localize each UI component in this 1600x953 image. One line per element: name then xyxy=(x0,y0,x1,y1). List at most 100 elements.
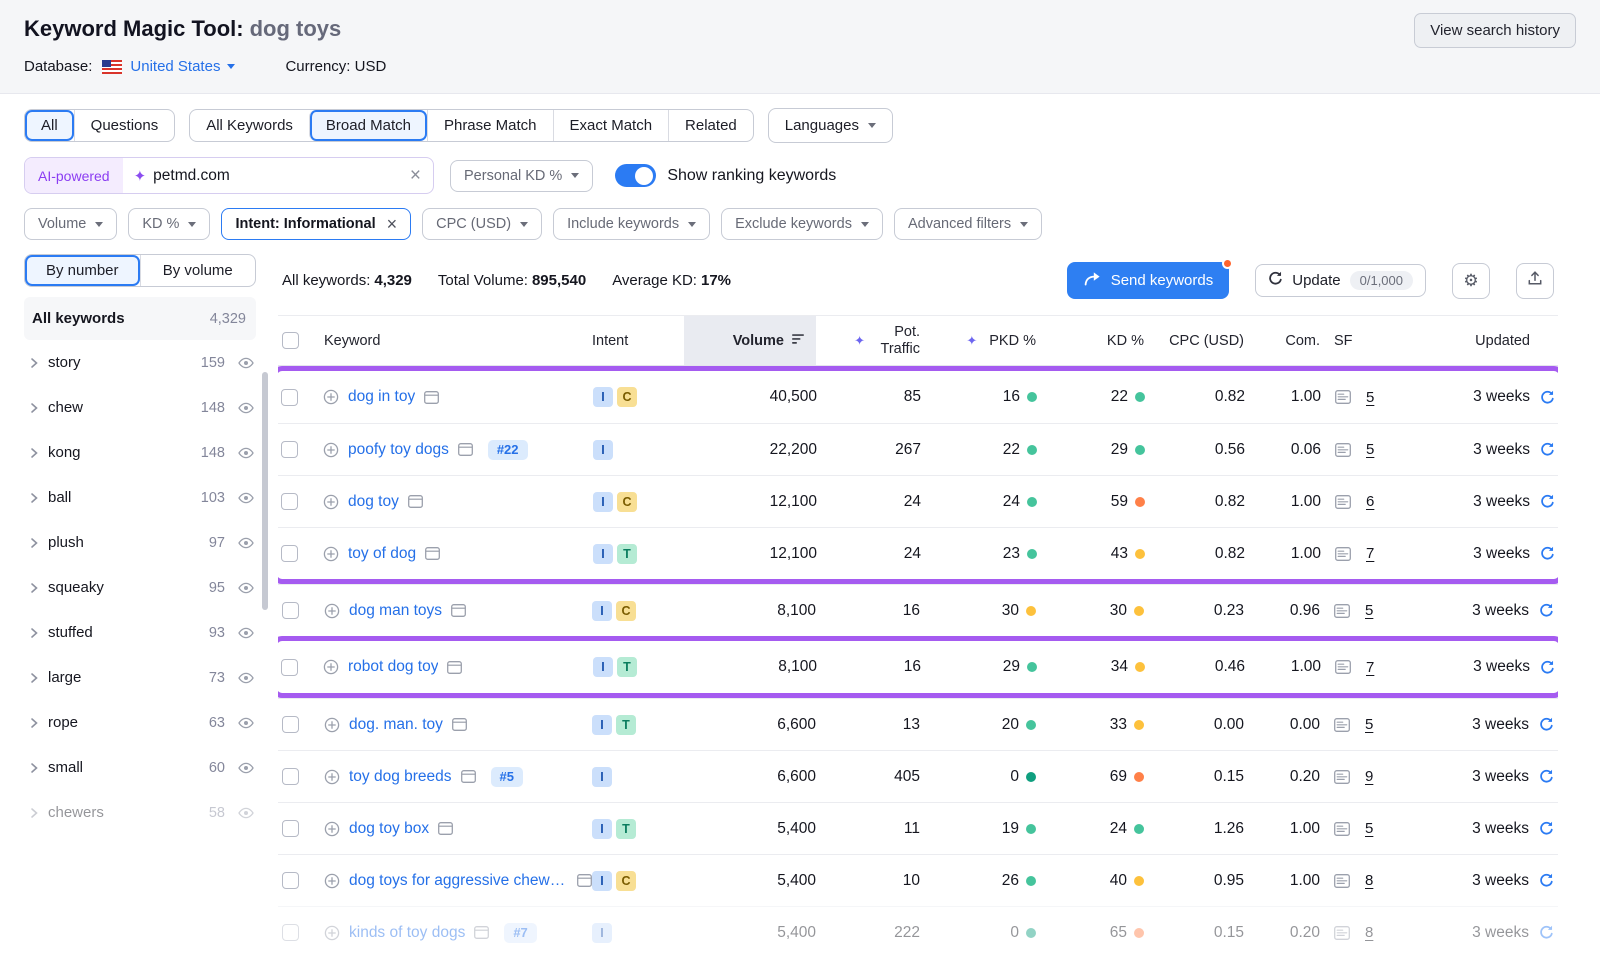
keyword-overview-icon[interactable] xyxy=(438,822,453,835)
settings-gear-button[interactable]: ⚙ xyxy=(1452,263,1490,299)
match-tab-questions[interactable]: Questions xyxy=(74,110,175,141)
match-tab-all-keywords[interactable]: All Keywords xyxy=(190,110,309,141)
keyword-link[interactable]: toy dog breeds xyxy=(349,768,452,786)
col-header-sf[interactable]: SF xyxy=(1334,333,1353,349)
keyword-link[interactable]: dog man toys xyxy=(349,602,442,620)
sidebar-group-ball[interactable]: ball103 xyxy=(24,475,256,520)
sidebar-group-squeaky[interactable]: squeaky95 xyxy=(24,565,256,610)
refresh-icon[interactable] xyxy=(1539,603,1554,618)
add-keyword-icon[interactable] xyxy=(324,603,340,619)
view-search-history-button[interactable]: View search history xyxy=(1414,13,1576,48)
row-checkbox[interactable] xyxy=(282,820,299,837)
row-checkbox[interactable] xyxy=(281,659,298,676)
add-keyword-icon[interactable] xyxy=(323,659,339,675)
col-header-keyword[interactable]: Keyword xyxy=(324,333,380,349)
sidebar-group-chew[interactable]: chew148 xyxy=(24,385,256,430)
sf-count-link[interactable]: 9 xyxy=(1365,768,1373,785)
keyword-link[interactable]: dog toys for aggressive chewers xyxy=(349,872,568,890)
serp-preview-icon[interactable] xyxy=(1334,604,1350,618)
keyword-overview-icon[interactable] xyxy=(447,661,462,674)
keyword-overview-icon[interactable] xyxy=(408,495,423,508)
row-checkbox[interactable] xyxy=(281,493,298,510)
col-header-com[interactable]: Com. xyxy=(1285,333,1320,349)
refresh-icon[interactable] xyxy=(1540,546,1555,561)
sidebar-all-keywords[interactable]: All keywords 4,329 xyxy=(24,297,256,340)
serp-preview-icon[interactable] xyxy=(1334,770,1350,784)
col-header-volume[interactable]: Volume xyxy=(684,316,816,365)
row-checkbox[interactable] xyxy=(282,924,299,941)
eye-icon[interactable] xyxy=(238,447,254,459)
database-selector[interactable]: United States xyxy=(130,58,235,75)
filter-volume[interactable]: Volume xyxy=(24,208,117,240)
send-keywords-button[interactable]: Send keywords xyxy=(1067,262,1230,299)
add-keyword-icon[interactable] xyxy=(323,546,339,562)
sf-count-link[interactable]: 6 xyxy=(1366,493,1374,510)
sidebar-group-kong[interactable]: kong148 xyxy=(24,430,256,475)
eye-icon[interactable] xyxy=(238,402,254,414)
sidebar-group-story[interactable]: story159 xyxy=(24,340,256,385)
eye-icon[interactable] xyxy=(238,762,254,774)
refresh-icon[interactable] xyxy=(1539,821,1554,836)
sidebar-scrollbar[interactable] xyxy=(262,372,268,610)
eye-icon[interactable] xyxy=(238,492,254,504)
keyword-link[interactable]: kinds of toy dogs xyxy=(349,924,465,942)
row-checkbox[interactable] xyxy=(281,441,298,458)
col-header-pot-traffic[interactable]: Pot. Traffic xyxy=(870,324,920,357)
serp-preview-icon[interactable] xyxy=(1335,660,1351,674)
filter-kd[interactable]: KD % xyxy=(128,208,210,240)
keyword-overview-icon[interactable] xyxy=(461,770,476,783)
col-header-intent[interactable]: Intent xyxy=(592,333,628,349)
sidebar-tab-by-number[interactable]: By number xyxy=(25,255,140,286)
col-header-pkd[interactable]: PKD % xyxy=(989,333,1036,349)
match-tab-broad-match[interactable]: Broad Match xyxy=(309,110,427,141)
sf-count-link[interactable]: 7 xyxy=(1366,659,1374,676)
serp-preview-icon[interactable] xyxy=(1335,443,1351,457)
sf-count-link[interactable]: 5 xyxy=(1366,389,1374,406)
keyword-overview-icon[interactable] xyxy=(577,874,592,887)
sf-count-link[interactable]: 5 xyxy=(1365,716,1373,733)
sf-count-link[interactable]: 8 xyxy=(1365,872,1373,889)
refresh-icon[interactable] xyxy=(1539,925,1554,940)
update-button[interactable]: Update 0/1,000 xyxy=(1255,264,1426,297)
col-header-updated[interactable]: Updated xyxy=(1475,333,1530,349)
refresh-icon[interactable] xyxy=(1540,660,1555,675)
keyword-link[interactable]: toy of dog xyxy=(348,545,416,563)
filter-exclude-keywords[interactable]: Exclude keywords xyxy=(721,208,883,240)
eye-icon[interactable] xyxy=(238,357,254,369)
serp-preview-icon[interactable] xyxy=(1334,874,1350,888)
serp-preview-icon[interactable] xyxy=(1334,718,1350,732)
filter-intent-informational[interactable]: Intent: Informational× xyxy=(221,208,411,240)
keyword-link[interactable]: dog. man. toy xyxy=(349,716,443,734)
add-keyword-icon[interactable] xyxy=(324,769,340,785)
serp-preview-icon[interactable] xyxy=(1335,547,1351,561)
add-keyword-icon[interactable] xyxy=(323,389,339,405)
row-checkbox[interactable] xyxy=(282,716,299,733)
row-checkbox[interactable] xyxy=(282,602,299,619)
eye-icon[interactable] xyxy=(238,672,254,684)
keyword-overview-icon[interactable] xyxy=(458,443,473,456)
sidebar-group-small[interactable]: small60 xyxy=(24,745,256,790)
keyword-overview-icon[interactable] xyxy=(452,718,467,731)
eye-icon[interactable] xyxy=(238,537,254,549)
languages-dropdown[interactable]: Languages xyxy=(768,108,893,143)
col-header-cpc[interactable]: CPC (USD) xyxy=(1169,333,1244,349)
sidebar-group-plush[interactable]: plush97 xyxy=(24,520,256,565)
refresh-icon[interactable] xyxy=(1539,769,1554,784)
sf-count-link[interactable]: 8 xyxy=(1365,924,1373,941)
keyword-link[interactable]: dog toy box xyxy=(349,820,429,838)
match-tab-all[interactable]: All xyxy=(25,110,74,141)
serp-preview-icon[interactable] xyxy=(1334,822,1350,836)
sf-count-link[interactable]: 7 xyxy=(1366,545,1374,562)
add-keyword-icon[interactable] xyxy=(324,717,340,733)
refresh-icon[interactable] xyxy=(1540,494,1555,509)
sf-count-link[interactable]: 5 xyxy=(1366,441,1374,458)
clear-search-icon[interactable]: × xyxy=(398,166,433,185)
filter-cpc-usd[interactable]: CPC (USD) xyxy=(422,208,542,240)
sidebar-group-large[interactable]: large73 xyxy=(24,655,256,700)
row-checkbox[interactable] xyxy=(281,545,298,562)
add-keyword-icon[interactable] xyxy=(323,442,339,458)
sidebar-group-chewers[interactable]: chewers58 xyxy=(24,790,256,835)
keyword-link[interactable]: dog in toy xyxy=(348,388,415,406)
row-checkbox[interactable] xyxy=(281,389,298,406)
keyword-link[interactable]: dog toy xyxy=(348,493,399,511)
